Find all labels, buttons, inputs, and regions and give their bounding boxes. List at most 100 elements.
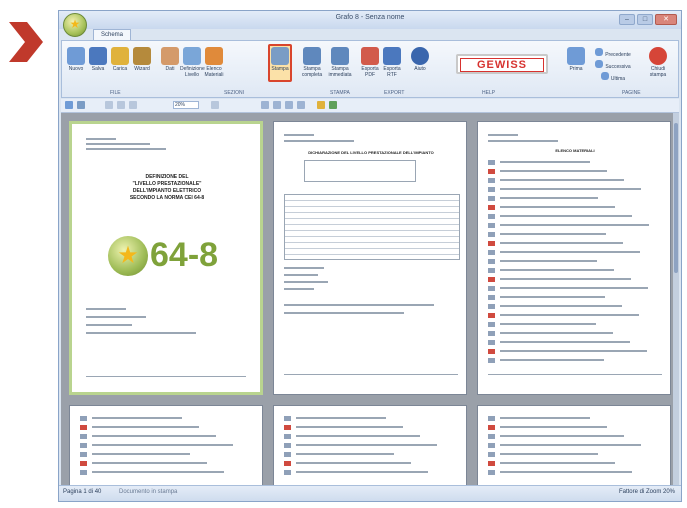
zoom-out-icon[interactable] [105,101,113,109]
vertical-scrollbar[interactable] [673,113,679,485]
list-item [500,206,615,208]
page2-title: DICHIARAZIONE DEL LIVELLO PRESTAZIONALE … [308,150,434,155]
list-icon [284,425,291,430]
list-item [500,305,622,307]
magnifier-icon[interactable] [129,101,137,109]
new-file-icon [67,47,85,65]
list-icon [80,434,87,439]
dati-button[interactable]: Dati [158,47,182,72]
close-print-icon [649,47,667,65]
group-sezioni: SEZIONI [224,90,245,96]
list-item [296,471,428,473]
page3-title: ELENCO MATERIALI [555,148,595,153]
last-page-icon[interactable] [297,101,305,109]
app-menu-button[interactable]: ★ [63,13,87,37]
stampa-completa-button[interactable]: Stampa completa [300,47,324,78]
wizard-button[interactable]: Wizard [130,47,154,72]
salva-button[interactable]: Salva [86,47,110,72]
list-icon [488,223,495,228]
cover-title: DEFINIZIONE DEL "LIVELLO PRESTAZIONALE" … [129,174,205,201]
scrollbar-thumb[interactable] [674,123,678,273]
nuovo-button[interactable]: Nuovo [64,47,88,72]
list-icon [488,286,495,291]
carica-button[interactable]: Carica [108,47,132,72]
button-label: Ultima [610,76,626,82]
list-icon [488,434,495,439]
print-icon[interactable] [77,101,85,109]
fit-page-icon[interactable] [211,101,219,109]
zoom-select[interactable]: 20% [173,101,199,109]
esporta-rtf-button[interactable]: Esporta RTF [380,47,404,78]
list-item [92,417,182,419]
wizard-icon [133,47,151,65]
print-icon [271,47,289,65]
list-icon [488,250,495,255]
prima-button[interactable]: Prima [564,47,588,72]
page-4[interactable] [69,405,263,485]
list-icon [488,241,495,246]
aiuto-button[interactable]: Aiuto [408,47,432,72]
list-item [500,251,640,253]
app-window: Grafo 8 - Senza nome – □ ✕ ★ Schema Nuov… [58,10,682,502]
open-folder-icon [111,47,129,65]
list-item [500,287,648,289]
list-icon [488,313,495,318]
button-label: Carica [112,66,128,72]
stampa-immediata-button[interactable]: Stampa immediata [328,47,352,78]
list-icon [488,178,495,183]
maximize-button[interactable]: □ [637,14,653,25]
button-label: Elenco Materiali [204,66,224,78]
chevron-right-icon [9,22,43,62]
group-help: HELP [482,90,496,96]
zoom-in-icon[interactable] [117,101,125,109]
button-label: Prima [569,66,583,72]
definizione-livello-button[interactable]: Definizione Livello [180,47,205,78]
previous-page-icon[interactable] [273,101,281,109]
list-item [500,179,624,181]
list-icon [488,322,495,327]
list-icon [488,214,495,219]
list-item [500,233,606,235]
list-item [500,197,598,199]
next-page-icon[interactable] [285,101,293,109]
page-1[interactable]: DEFINIZIONE DEL "LIVELLO PRESTAZIONALE" … [69,121,263,395]
list-icon [488,425,495,430]
group-stampa: STAMPA [330,90,350,96]
close-button[interactable]: ✕ [655,14,677,25]
list-icon [488,443,495,448]
page-6[interactable] [477,405,671,485]
list-item [500,170,607,172]
list-item [296,417,386,419]
list-item [92,444,233,446]
list-item [500,278,631,280]
save-icon[interactable] [65,101,73,109]
list-item [500,471,632,473]
export-icon[interactable] [329,101,337,109]
esporta-pdf-button[interactable]: Esporta PDF [358,47,382,78]
list-item [500,453,598,455]
zoom-factor: Fattore di Zoom 20% [618,489,675,495]
button-label: Aiuto [414,66,426,72]
export-rtf-icon [383,47,401,65]
chiudi-stampa-button[interactable]: Chiudi stampa [646,47,670,78]
list-item [296,462,411,464]
list-item [296,453,394,455]
ultima-button[interactable]: Ultima [590,67,636,85]
stampa-button[interactable]: Stampa [268,47,292,72]
print-preview-area[interactable]: DEFINIZIONE DEL "LIVELLO PRESTAZIONALE" … [61,113,679,485]
minimize-button[interactable]: – [619,14,635,25]
page-5[interactable] [273,405,467,485]
list-item [500,269,614,271]
list-item [500,350,647,352]
list-icon [488,169,495,174]
first-page-icon [567,47,585,65]
list-icon [488,470,495,475]
button-label: Esporta PDF [361,66,379,78]
list-item [92,426,199,428]
open-icon[interactable] [317,101,325,109]
elenco-materiali-button[interactable]: Elenco Materiali [202,47,226,78]
page-3[interactable]: ELENCO MATERIALI [477,121,671,395]
first-page-icon[interactable] [261,101,269,109]
list-item [500,435,624,437]
page-2[interactable]: DICHIARAZIONE DEL LIVELLO PRESTAZIONALE … [273,121,467,395]
